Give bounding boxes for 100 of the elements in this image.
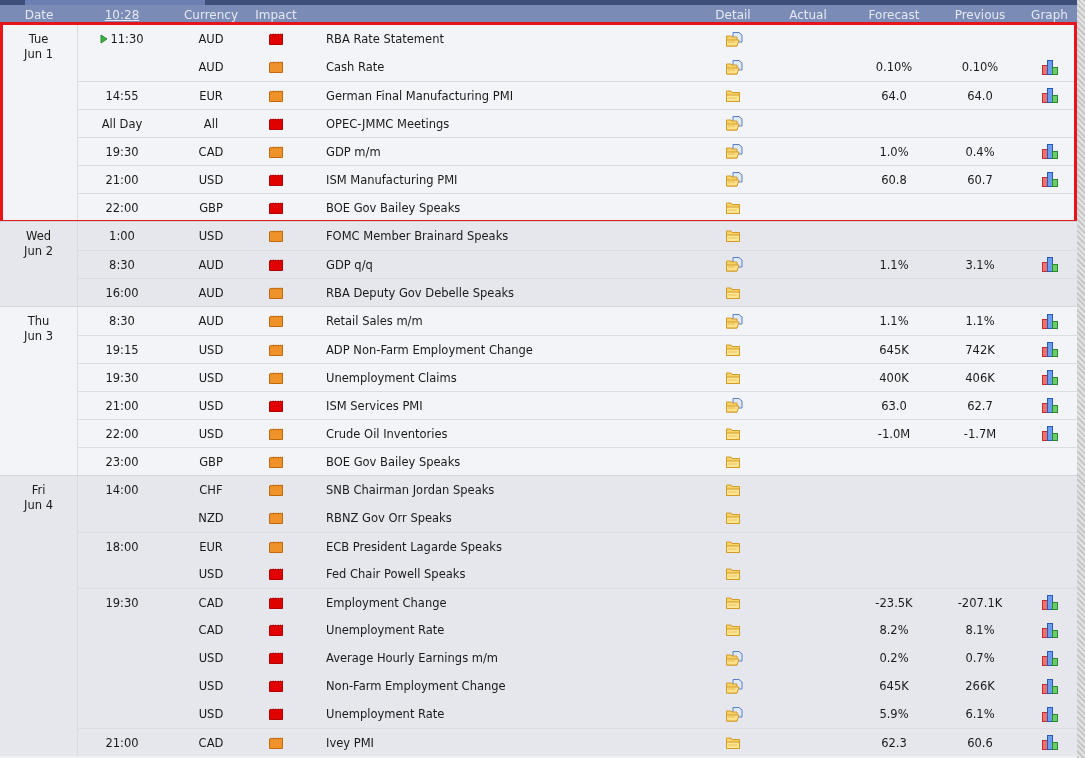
- folder-icon[interactable]: [726, 343, 740, 356]
- bar-chart-icon[interactable]: [1041, 370, 1058, 385]
- folder-document-icon[interactable]: [726, 313, 743, 329]
- time-text: 16:00: [105, 285, 139, 300]
- column-header: Detail: [714, 8, 752, 22]
- bar-chart-icon[interactable]: [1041, 88, 1058, 103]
- event-name[interactable]: ISM Manufacturing PMI: [326, 172, 458, 187]
- forecast-value: 60.8: [881, 172, 907, 187]
- currency-text: All: [203, 116, 219, 131]
- event-name[interactable]: FOMC Member Brainard Speaks: [326, 229, 509, 243]
- folder-icon[interactable]: [726, 89, 740, 102]
- folder-document-icon[interactable]: [726, 398, 743, 413]
- currency-text: NZD: [198, 511, 224, 525]
- bar-chart-icon[interactable]: [1041, 257, 1058, 272]
- event-name[interactable]: Crude Oil Inventories: [326, 426, 448, 441]
- bar-chart-icon[interactable]: [1041, 678, 1058, 694]
- folder-icon[interactable]: [726, 427, 740, 440]
- time-text: 22:00: [105, 426, 139, 441]
- event-name[interactable]: RBA Deputy Gov Debelle Speaks: [326, 285, 515, 300]
- event-name[interactable]: Cash Rate: [326, 60, 385, 74]
- event-name[interactable]: Unemployment Claims: [326, 370, 457, 385]
- folder-icon[interactable]: [726, 484, 740, 496]
- currency-text: CAD: [198, 735, 224, 750]
- event-name[interactable]: Average Hourly Earnings m/m: [326, 651, 499, 665]
- event-name[interactable]: OPEC-JMMC Meetings: [326, 116, 450, 131]
- event-name[interactable]: SNB Chairman Jordan Speaks: [326, 483, 495, 497]
- folder-icon[interactable]: [726, 568, 740, 580]
- event-name[interactable]: Employment Change: [326, 595, 447, 610]
- folder-icon[interactable]: [726, 596, 740, 609]
- event-name[interactable]: RBA Rate Statement: [326, 32, 444, 46]
- folder-icon[interactable]: [726, 371, 740, 384]
- folder-icon[interactable]: [726, 201, 740, 214]
- column-header: Previous: [953, 8, 1007, 22]
- event-name[interactable]: Unemployment Rate: [326, 707, 445, 721]
- bar-chart-icon[interactable]: [1041, 426, 1058, 441]
- folder-document-icon[interactable]: [726, 116, 743, 131]
- event-name[interactable]: Unemployment Rate: [326, 623, 445, 637]
- event-name[interactable]: RBNZ Gov Orr Speaks: [326, 511, 452, 525]
- event-name[interactable]: ECB President Lagarde Speaks: [326, 539, 502, 554]
- folder-document-icon[interactable]: [726, 706, 743, 722]
- event-name[interactable]: BOE Gov Bailey Speaks: [326, 200, 461, 215]
- previous-value: 266K: [965, 679, 995, 693]
- previous-value: 406K: [965, 370, 995, 385]
- event-name[interactable]: Retail Sales m/m: [326, 314, 423, 328]
- folder-document-icon[interactable]: [726, 144, 743, 159]
- bar-chart-icon[interactable]: [1041, 706, 1058, 722]
- event-name[interactable]: ISM Services PMI: [326, 398, 423, 413]
- forecast-value: 1.1%: [879, 314, 909, 328]
- folder-document-icon[interactable]: [726, 31, 743, 47]
- bar-chart-icon[interactable]: [1041, 622, 1058, 638]
- folder-document-icon[interactable]: [726, 172, 743, 187]
- bar-chart-icon[interactable]: [1041, 144, 1058, 159]
- event-name[interactable]: Fed Chair Powell Speaks: [326, 567, 466, 581]
- forecast-value: 5.9%: [879, 707, 909, 721]
- currency-text: EUR: [199, 88, 223, 103]
- currency-text: USD: [198, 398, 224, 413]
- folder-icon[interactable]: [726, 512, 740, 524]
- folder-document-icon[interactable]: [726, 257, 743, 272]
- folder-document-icon[interactable]: [726, 650, 743, 666]
- folder-icon[interactable]: [726, 540, 740, 553]
- currency-text: GBP: [199, 200, 223, 215]
- bar-chart-icon[interactable]: [1041, 595, 1058, 610]
- bar-chart-icon[interactable]: [1041, 735, 1058, 750]
- folder-icon[interactable]: [726, 455, 740, 468]
- folder-icon[interactable]: [726, 230, 740, 242]
- date-label: Jun 4: [24, 498, 53, 513]
- currency-text: USD: [198, 679, 224, 693]
- folder-document-icon[interactable]: [726, 678, 743, 694]
- column-header: Forecast: [867, 8, 921, 22]
- forecast-value: 63.0: [881, 398, 907, 413]
- bar-chart-icon[interactable]: [1041, 172, 1058, 187]
- time-text: 18:00: [105, 539, 139, 554]
- time-text: 14:55: [105, 88, 139, 103]
- time-text: 8:30: [109, 314, 135, 328]
- event-name[interactable]: Ivey PMI: [326, 735, 374, 750]
- forecast-value: 400K: [879, 370, 909, 385]
- bar-chart-icon[interactable]: [1041, 650, 1058, 666]
- folder-icon[interactable]: [726, 624, 740, 636]
- currency-text: CAD: [198, 623, 224, 637]
- folder-icon[interactable]: [726, 286, 740, 299]
- event-name[interactable]: BOE Gov Bailey Speaks: [326, 454, 461, 469]
- folder-document-icon[interactable]: [726, 59, 743, 75]
- column-header: Actual: [788, 8, 828, 22]
- previous-value: 1.1%: [965, 314, 995, 328]
- bar-chart-icon[interactable]: [1041, 342, 1058, 357]
- time-text: 14:00: [105, 483, 139, 497]
- currency-text: CHF: [199, 483, 223, 497]
- event-name[interactable]: GDP m/m: [326, 144, 381, 159]
- currency-text: AUD: [198, 32, 224, 46]
- previous-value: 742K: [965, 342, 995, 357]
- bar-chart-icon[interactable]: [1041, 313, 1058, 329]
- time-text: 23:00: [105, 454, 139, 469]
- event-name[interactable]: GDP q/q: [326, 257, 373, 272]
- event-name[interactable]: Non-Farm Employment Change: [326, 679, 506, 693]
- folder-icon[interactable]: [726, 736, 740, 749]
- event-name[interactable]: German Final Manufacturing PMI: [326, 88, 514, 103]
- time-text: 21:00: [105, 735, 139, 750]
- bar-chart-icon[interactable]: [1041, 59, 1058, 75]
- bar-chart-icon[interactable]: [1041, 398, 1058, 413]
- event-name[interactable]: ADP Non-Farm Employment Change: [326, 342, 533, 357]
